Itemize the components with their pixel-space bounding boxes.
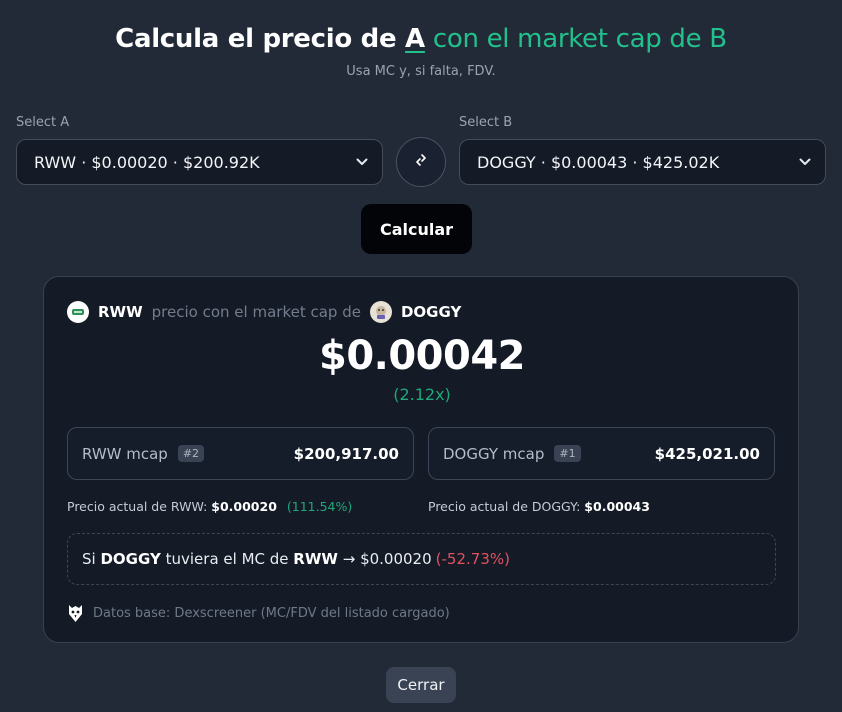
current-price-b: Precio actual de DOGGY: $0.00043 [428,499,650,514]
mcap-box-b: DOGGY mcap #1 $425,021.00 [428,427,775,480]
current-price-b-value: $0.00043 [584,499,650,514]
calculate-button[interactable]: Calcular [361,204,472,254]
title-part2: con el market cap de B [424,24,727,54]
result-card: RWW precio con el market cap de DOGGY $0… [43,276,799,643]
reverse-pct: (-52.73%) [435,550,510,568]
page-subtitle: Usa MC y, si falta, FDV. [346,64,496,79]
mcap-box-a: RWW mcap #2 $200,917.00 [67,427,414,480]
rww-token-icon [67,301,89,323]
rank-badge-b: #1 [554,445,581,462]
price-multiplier: (2.12x) [393,385,451,404]
reverse-si: Si [82,550,96,568]
select-b-value: DOGGY · $0.00043 · $425.02K [477,152,720,172]
select-a[interactable]: RWW · $0.00020 · $200.92K [16,139,383,185]
current-price-a-value: $0.00020 [211,499,277,514]
close-button[interactable]: Cerrar [386,667,456,703]
swap-button[interactable] [396,137,446,187]
reverse-target: RWW [293,550,338,568]
result-header: RWW precio con el market cap de DOGGY [67,300,461,324]
mcap-a-value: $200,917.00 [293,444,399,463]
token-b-symbol: DOGGY [400,303,462,321]
title-part1: Calcula el precio de [115,24,406,54]
reverse-token: DOGGY [100,550,161,568]
select-a-value: RWW · $0.00020 · $200.92K [34,152,260,172]
select-a-label: Select A [16,115,70,130]
title-a: A [405,24,425,54]
select-b[interactable]: DOGGY · $0.00043 · $425.02K [459,139,826,185]
reverse-calc-box: Si DOGGY tuviera el MC de RWW → $0.00020… [67,533,776,585]
page-title: Calcula el precio de A con el market cap… [0,24,842,54]
token-a-symbol: RWW [98,303,143,321]
current-price-a-pct: (111.54%) [286,499,353,514]
mcap-a-label: RWW mcap [82,444,168,463]
connector-text: precio con el market cap de [151,303,361,321]
footnote-text: Datos base: Dexscreener (MC/FDV del list… [93,605,450,621]
reverse-mid: tuviera el MC de [165,550,289,568]
current-price-a: Precio actual de RWW: $0.00020 (111.54%) [67,499,352,514]
swap-arrows-icon [412,151,430,173]
calculated-price: $0.00042 [318,333,526,379]
mcap-b-label: DOGGY mcap [443,444,545,463]
select-b-label: Select B [459,115,513,130]
doggy-token-icon [369,301,392,323]
reverse-value: → $0.00020 [342,550,432,568]
chevron-down-icon [799,156,811,168]
owl-logo-icon [67,603,84,623]
current-price-a-label: Precio actual de RWW: [67,499,208,514]
rank-badge-a: #2 [177,445,205,462]
mcap-b-value: $425,021.00 [654,444,760,463]
current-price-b-label: Precio actual de DOGGY: [428,499,581,514]
data-source-note: Datos base: Dexscreener (MC/FDV del list… [67,602,450,624]
chevron-down-icon [356,156,368,168]
